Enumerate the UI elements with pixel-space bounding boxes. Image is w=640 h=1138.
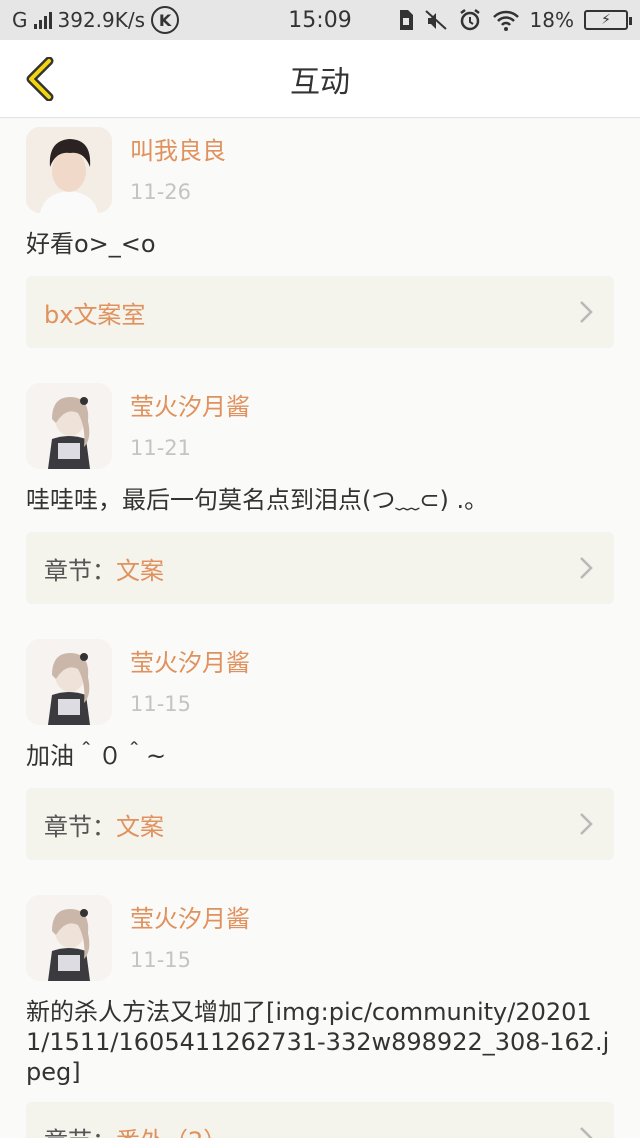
status-left: G 392.9K/s K bbox=[12, 6, 180, 34]
chapter-link-card[interactable]: 章节： 番外（2） bbox=[26, 1102, 614, 1138]
alarm-icon bbox=[459, 9, 480, 31]
chevron-right-icon bbox=[576, 1124, 596, 1138]
page-title: 互动 bbox=[290, 64, 350, 100]
wifi-icon bbox=[492, 10, 519, 31]
chevron-right-icon bbox=[576, 810, 596, 838]
status-bar: G 392.9K/s K 15:09 18% ⚡ bbox=[0, 0, 640, 40]
avatar[interactable] bbox=[26, 127, 112, 213]
network-speed: 392.9K/s bbox=[57, 8, 146, 32]
comment-date: 11-15 bbox=[130, 948, 192, 972]
chevron-left-icon bbox=[26, 57, 54, 101]
status-right: 18% ⚡ bbox=[398, 8, 632, 32]
link-title: 番外（2） bbox=[116, 1121, 227, 1138]
link-title: 文案 bbox=[116, 556, 164, 585]
comment-date: 11-26 bbox=[130, 180, 192, 204]
chapter-link-card[interactable]: 章节： 文案 bbox=[26, 532, 614, 604]
k-icon: K bbox=[151, 6, 180, 34]
battery-percent: 18% bbox=[529, 8, 574, 32]
comment-date: 11-15 bbox=[130, 692, 192, 716]
battery-icon: ⚡ bbox=[584, 10, 632, 30]
comment-text: 哇哇哇，最后一句莫名点到泪点(つ﹏⊂) .。 bbox=[26, 486, 489, 514]
link-prefix: 章节： bbox=[44, 556, 116, 585]
interaction-list[interactable]: 叫我良良 11-26 好看o>_<o bx文案室 莹火汐月酱 11-21 哇哇哇… bbox=[0, 119, 640, 1138]
sim-icon bbox=[399, 10, 413, 30]
avatar[interactable] bbox=[26, 383, 112, 469]
chevron-right-icon bbox=[576, 554, 596, 582]
signal-icon bbox=[33, 11, 52, 29]
mute-icon bbox=[424, 10, 447, 30]
chevron-right-icon bbox=[576, 298, 596, 326]
network-type: G bbox=[12, 8, 28, 32]
comment-text: 好看o>_<o bbox=[26, 230, 156, 258]
link-title: bx文案室 bbox=[44, 300, 146, 329]
username[interactable]: 叫我良良 bbox=[130, 131, 226, 166]
link-prefix: 章节： bbox=[44, 1121, 116, 1138]
link-prefix: 章节： bbox=[44, 812, 116, 841]
avatar[interactable] bbox=[26, 895, 112, 981]
username[interactable]: 莹火汐月酱 bbox=[130, 643, 250, 678]
username[interactable]: 莹火汐月酱 bbox=[130, 387, 250, 422]
chapter-link-card[interactable]: 章节： 文案 bbox=[26, 788, 614, 860]
username[interactable]: 莹火汐月酱 bbox=[130, 899, 250, 934]
avatar[interactable] bbox=[26, 639, 112, 725]
comment-text: 加油＾０＾~ bbox=[26, 742, 167, 770]
nav-bar: 互动 bbox=[0, 40, 640, 118]
link-title: 文案 bbox=[116, 812, 164, 841]
back-button[interactable] bbox=[14, 54, 64, 104]
comment-date: 11-21 bbox=[130, 436, 192, 460]
source-link-card[interactable]: bx文案室 bbox=[26, 276, 614, 348]
comment-text: 新的杀人方法又增加了[img:pic/community/202011/1511… bbox=[26, 998, 610, 1086]
